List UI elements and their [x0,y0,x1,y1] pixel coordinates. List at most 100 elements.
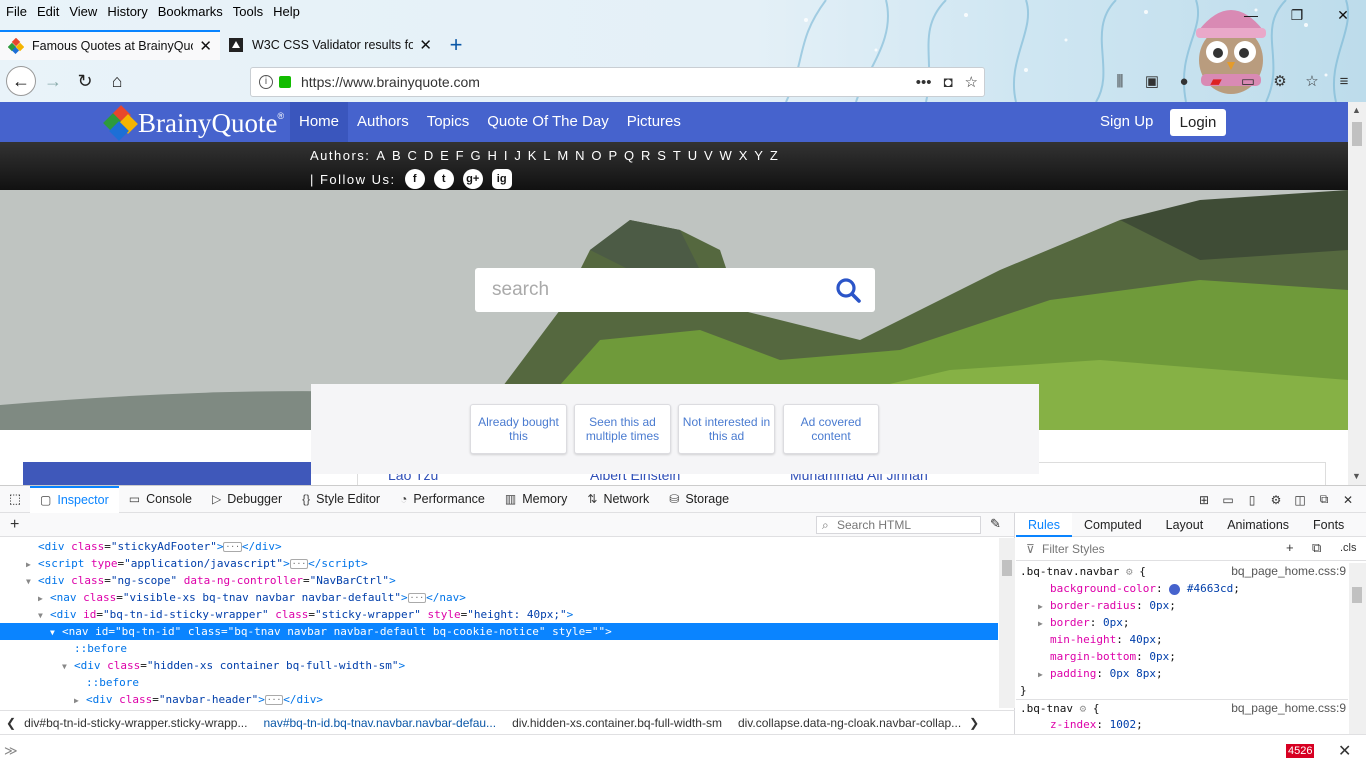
menu-view[interactable]: View [69,4,97,19]
scroll-up-icon[interactable]: ▲ [1352,105,1361,115]
rule-selector[interactable]: .bq-tnav [1020,702,1073,715]
settings-gear-icon[interactable]: ⚙ [1264,72,1296,90]
dom-node[interactable]: ▼ <div class="hidden-xs container bq-full… [0,657,998,674]
author-letter-a[interactable]: A [376,148,385,163]
css-property[interactable]: padding [1050,667,1096,680]
author-letter-e[interactable]: E [440,148,449,163]
scrollbar-thumb[interactable] [1002,560,1012,576]
forward-button[interactable]: → [38,66,68,96]
new-tab-button[interactable]: + [440,30,472,60]
author-letter-v[interactable]: V [704,148,713,163]
screenshot-icon[interactable]: ▭ [1232,72,1264,90]
rule-settings-icon[interactable]: ⚙ [1126,565,1133,578]
css-property[interactable]: z-index [1050,718,1096,731]
author-letter-f[interactable]: F [456,148,464,163]
scrollbar-thumb[interactable] [1352,587,1362,603]
error-count-badge[interactable]: 4526 [1286,744,1315,758]
dock-side-icon[interactable]: ◫ [1288,493,1312,507]
ad-feedback-covered-content[interactable]: Ad covered content [783,404,879,454]
tab-rules[interactable]: Rules [1016,512,1072,537]
sidebar-icon[interactable]: ▣ [1136,72,1168,90]
dom-node[interactable]: ▼ <div class="ng-scope" data-ng-controlle… [0,572,998,589]
tab-computed[interactable]: Computed [1072,513,1154,537]
minimize-button[interactable]: — [1228,0,1274,30]
devtools-settings-icon[interactable]: ⚙ [1264,493,1288,507]
dom-node[interactable]: ::before [0,674,998,691]
restore-button[interactable]: ❐ [1274,0,1320,30]
nav-authors[interactable]: Authors [348,102,418,142]
dom-node[interactable]: ▶ <script type="application/javascript"> ·… [0,555,998,572]
author-letter-c[interactable]: C [408,148,418,163]
nav-home[interactable]: Home [290,102,349,142]
author-letter-n[interactable]: N [575,148,585,163]
tab-console[interactable]: ▭ Console [119,486,202,513]
toggle-pseudo-class-icon[interactable]: ⧉ [1312,540,1321,556]
dom-tree[interactable]: <div class="stickyAdFooter"> ··· </div> ▶ <… [0,538,998,708]
css-property[interactable]: background-color [1050,582,1156,595]
menu-bookmarks[interactable]: Bookmarks [158,4,223,19]
css-property[interactable]: margin-bottom [1050,650,1136,663]
search-html-input[interactable]: ⌕ Search HTML [816,516,981,534]
css-declaration[interactable]: min-height: 40px; [1016,631,1348,648]
eyedropper-icon[interactable]: ✎ [990,516,1001,532]
author-letter-r[interactable]: R [641,148,651,163]
back-button[interactable]: ← [6,66,36,96]
tab-inspector[interactable]: ▢ Inspector [30,485,119,513]
separate-window-icon[interactable]: ⧉ [1312,492,1336,507]
css-value[interactable]: 0px [1149,650,1169,663]
close-tab-icon[interactable]: ✕ [419,36,432,54]
add-rule-icon[interactable]: + [1286,540,1294,555]
tab-style-editor[interactable]: {} Style Editor [292,486,390,513]
nav-topics[interactable]: Topics [418,102,479,142]
tab-storage[interactable]: ⛁ Storage [659,486,739,513]
scrollbar-thumb[interactable] [1352,122,1362,146]
css-declaration[interactable]: z-index: 1002; [1016,716,1348,733]
url-bar[interactable]: i https://www.brainyquote.com ••• ◘ ☆ [250,67,985,97]
tab-memory[interactable]: ▥ Memory [495,486,578,513]
close-devtools-icon[interactable]: ✕ [1336,493,1360,507]
author-letter-x[interactable]: X [739,148,748,163]
color-swatch-icon[interactable] [1169,583,1181,595]
search-icon[interactable] [835,277,861,303]
author-letter-l[interactable]: L [543,148,551,163]
breadcrumb-right-icon[interactable]: ❯ [969,716,979,730]
dom-node[interactable]: <div class="stickyAdFooter"> ··· </div> [0,538,998,555]
author-letter-j[interactable]: J [514,148,521,163]
tab-network[interactable]: ⇅ Network [577,486,659,513]
css-value[interactable]: #4663cd [1187,582,1233,595]
css-declaration[interactable]: background-color: #4663cd; [1016,580,1348,597]
author-letter-t[interactable]: T [673,148,681,163]
site-info-icon[interactable]: i [259,75,273,89]
menu-file[interactable]: File [6,4,27,19]
tab-w3c-validator[interactable]: W3C CSS Validator results for bl ✕ [220,30,440,60]
rule-selector[interactable]: .bq-tnav.navbar [1020,565,1119,578]
ad-feedback-not-interested[interactable]: Not interested in this ad [678,404,775,454]
split-view-icon[interactable]: ⊞ [1192,493,1216,507]
author-letter-d[interactable]: D [424,148,434,163]
tab-animations[interactable]: Animations [1215,513,1301,537]
author-letter-u[interactable]: U [688,148,698,163]
bookmark-star-icon[interactable]: ☆ [965,73,978,91]
facebook-icon[interactable]: f [404,169,425,189]
responsive-mode-icon[interactable]: ▭ [1216,493,1240,507]
twitter-icon[interactable]: t [433,169,454,189]
library-icon[interactable]: ⫼ [1104,73,1136,90]
url-text[interactable]: https://www.brainyquote.com [301,74,910,90]
close-window-button[interactable]: ✕ [1320,0,1366,30]
element-picker-icon[interactable]: ⬚ [0,491,30,507]
css-value[interactable]: 0px [1149,599,1169,612]
google-plus-icon[interactable]: g+ [462,169,483,189]
dom-node[interactable]: ▶ <nav class="visible-xs bq-tnav navbar n… [0,589,998,606]
breadcrumb-left-icon[interactable]: ❮ [6,716,16,730]
author-letter-m[interactable]: M [557,148,568,163]
dom-node[interactable]: ▼ <div id="bq-tn-id-sticky-wrapper" class… [0,606,998,623]
flash-icon[interactable]: ▰ [1200,72,1232,90]
menu-history[interactable]: History [107,4,147,19]
menu-edit[interactable]: Edit [37,4,59,19]
author-letter-s[interactable]: S [657,148,666,163]
author-letter-k[interactable]: K [528,148,537,163]
author-letter-h[interactable]: H [488,148,498,163]
tab-layout[interactable]: Layout [1154,513,1216,537]
nav-quote-of-the-day[interactable]: Quote Of The Day [478,102,617,142]
tab-performance[interactable]: ◔ Performance [390,486,495,513]
